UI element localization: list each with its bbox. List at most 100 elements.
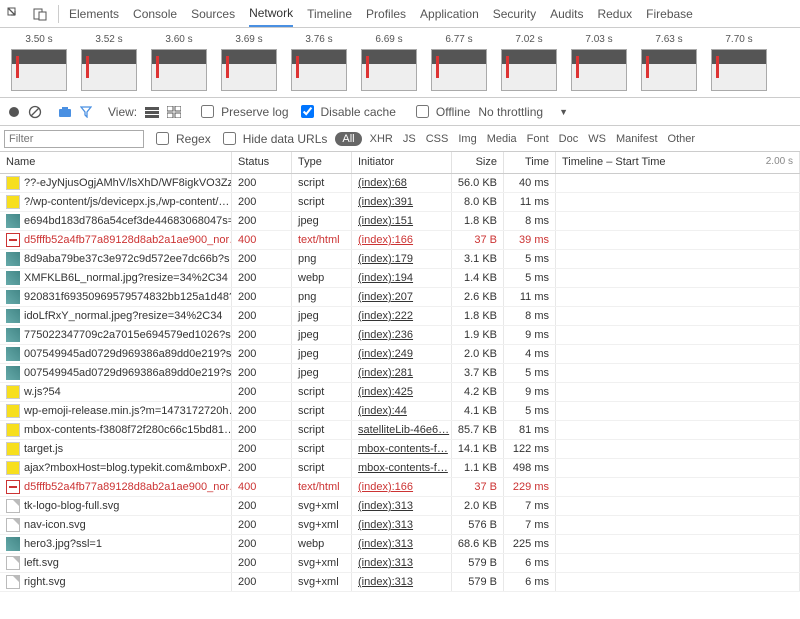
- table-row[interactable]: ??-eJyNjusOgjAMhV/lsXhD/WF8igkVO3Zz…200s…: [0, 174, 800, 193]
- table-row[interactable]: mbox-contents-f3808f72f280c66c15bd81…200…: [0, 421, 800, 440]
- tab-profiles[interactable]: Profiles: [366, 0, 406, 27]
- request-initiator[interactable]: mbox-contents-f…: [358, 462, 448, 474]
- request-initiator[interactable]: (index):68: [358, 177, 407, 189]
- clear-icon[interactable]: [28, 105, 42, 119]
- request-initiator[interactable]: (index):207: [358, 291, 413, 303]
- filmstrip-frame[interactable]: 3.50 s: [10, 34, 68, 91]
- inspect-icon[interactable]: [6, 6, 22, 22]
- request-initiator[interactable]: (index):313: [358, 557, 413, 569]
- table-row[interactable]: target.js200scriptmbox-contents-f…14.1 K…: [0, 440, 800, 459]
- filter-ws[interactable]: WS: [588, 133, 606, 145]
- view-small-icon[interactable]: [167, 106, 181, 118]
- request-initiator[interactable]: (index):222: [358, 310, 413, 322]
- filmstrip-frame[interactable]: 3.69 s: [220, 34, 278, 91]
- col-timeline[interactable]: Timeline – Start Time2.00 s: [556, 152, 800, 173]
- view-large-icon[interactable]: [145, 106, 159, 118]
- request-initiator[interactable]: (index):166: [358, 234, 413, 246]
- preserve-log-checkbox[interactable]: Preserve log: [197, 102, 288, 121]
- device-mode-icon[interactable]: [32, 6, 48, 22]
- tab-sources[interactable]: Sources: [191, 0, 235, 27]
- filmstrip-frame[interactable]: 7.63 s: [640, 34, 698, 91]
- table-row[interactable]: tk-logo-blog-full.svg200svg+xml(index):3…: [0, 497, 800, 516]
- filmstrip-frame[interactable]: 3.52 s: [80, 34, 138, 91]
- table-row[interactable]: 775022347709c2a7015e694579ed1026?s=…200j…: [0, 326, 800, 345]
- hide-data-urls-checkbox[interactable]: Hide data URLs: [219, 129, 328, 148]
- col-name[interactable]: Name: [0, 152, 232, 173]
- request-initiator[interactable]: (index):166: [358, 481, 413, 493]
- request-initiator[interactable]: mbox-contents-f…: [358, 443, 448, 455]
- filter-js[interactable]: JS: [403, 133, 416, 145]
- request-initiator[interactable]: (index):313: [358, 538, 413, 550]
- table-row[interactable]: right.svg200svg+xml(index):313579 B6 ms: [0, 573, 800, 592]
- filter-font[interactable]: Font: [527, 133, 549, 145]
- table-row[interactable]: w.js?54200script(index):4254.2 KB9 ms: [0, 383, 800, 402]
- tab-timeline[interactable]: Timeline: [307, 0, 352, 27]
- filmstrip-frame[interactable]: 6.69 s: [360, 34, 418, 91]
- filter-manifest[interactable]: Manifest: [616, 133, 658, 145]
- capture-screenshot-icon[interactable]: [58, 106, 72, 118]
- table-row[interactable]: ?/wp-content/js/devicepx.js,/wp-content/…: [0, 193, 800, 212]
- request-initiator[interactable]: (index):151: [358, 215, 413, 227]
- request-initiator[interactable]: (index):313: [358, 576, 413, 588]
- table-row[interactable]: 007549945ad0729d969386a89dd0e219?s…200jp…: [0, 345, 800, 364]
- record-icon[interactable]: [8, 106, 20, 118]
- table-row[interactable]: e694bd183d786a54cef3de44683068047s=…200j…: [0, 212, 800, 231]
- filmstrip-frame[interactable]: 3.76 s: [290, 34, 348, 91]
- col-time[interactable]: Time: [504, 152, 556, 173]
- chevron-down-icon[interactable]: ▼: [551, 107, 576, 117]
- regex-checkbox[interactable]: Regex: [152, 129, 211, 148]
- col-status[interactable]: Status: [232, 152, 292, 173]
- filter-media[interactable]: Media: [487, 133, 517, 145]
- request-initiator[interactable]: (index):236: [358, 329, 413, 341]
- request-initiator[interactable]: (index):44: [358, 405, 407, 417]
- filter-doc[interactable]: Doc: [559, 133, 579, 145]
- request-initiator[interactable]: satelliteLib-46e6…: [358, 424, 449, 436]
- table-row[interactable]: 007549945ad0729d969386a89dd0e219?s…200jp…: [0, 364, 800, 383]
- tab-console[interactable]: Console: [133, 0, 177, 27]
- request-initiator[interactable]: (index):249: [358, 348, 413, 360]
- tab-redux[interactable]: Redux: [597, 0, 632, 27]
- filter-icon[interactable]: [80, 106, 92, 118]
- disable-cache-checkbox[interactable]: Disable cache: [297, 102, 396, 121]
- table-row[interactable]: hero3.jpg?ssl=1200webp(index):31368.6 KB…: [0, 535, 800, 554]
- filmstrip-frame[interactable]: 7.70 s: [710, 34, 768, 91]
- col-type[interactable]: Type: [292, 152, 352, 173]
- request-initiator[interactable]: (index):391: [358, 196, 413, 208]
- tab-application[interactable]: Application: [420, 0, 479, 27]
- filmstrip-frame[interactable]: 6.77 s: [430, 34, 488, 91]
- filter-xhr[interactable]: XHR: [370, 133, 393, 145]
- table-row[interactable]: idoLfRxY_normal.jpeg?resize=34%2C34200jp…: [0, 307, 800, 326]
- request-initiator[interactable]: (index):313: [358, 500, 413, 512]
- table-row[interactable]: 8d9aba79be37c3e972c9d572ee7dc66b?s…200pn…: [0, 250, 800, 269]
- filter-all[interactable]: All: [335, 132, 361, 146]
- request-table[interactable]: ??-eJyNjusOgjAMhV/lsXhD/WF8igkVO3Zz…200s…: [0, 174, 800, 619]
- col-size[interactable]: Size: [452, 152, 504, 173]
- filter-css[interactable]: CSS: [426, 133, 449, 145]
- filter-img[interactable]: Img: [458, 133, 476, 145]
- filmstrip-frame[interactable]: 7.02 s: [500, 34, 558, 91]
- table-row[interactable]: d5fffb52a4fb77a89128d8ab2a1ae900_nor…400…: [0, 231, 800, 250]
- tab-elements[interactable]: Elements: [69, 0, 119, 27]
- table-row[interactable]: d5fffb52a4fb77a89128d8ab2a1ae900_nor…400…: [0, 478, 800, 497]
- col-initiator[interactable]: Initiator: [352, 152, 452, 173]
- filmstrip-frame[interactable]: 3.60 s: [150, 34, 208, 91]
- tab-audits[interactable]: Audits: [550, 0, 583, 27]
- request-initiator[interactable]: (index):179: [358, 253, 413, 265]
- tab-firebase[interactable]: Firebase: [646, 0, 693, 27]
- table-row[interactable]: XMFKLB6L_normal.jpg?resize=34%2C34200web…: [0, 269, 800, 288]
- offline-checkbox[interactable]: Offline: [412, 102, 470, 121]
- filter-input[interactable]: [4, 130, 144, 148]
- request-initiator[interactable]: (index):425: [358, 386, 413, 398]
- table-row[interactable]: 920831f69350969579574832bb125a1d48?s=…20…: [0, 288, 800, 307]
- tab-security[interactable]: Security: [493, 0, 536, 27]
- tab-network[interactable]: Network: [249, 0, 293, 27]
- table-row[interactable]: wp-emoji-release.min.js?m=1473172720h…20…: [0, 402, 800, 421]
- filter-other[interactable]: Other: [668, 133, 696, 145]
- table-row[interactable]: nav-icon.svg200svg+xml(index):313576 B7 …: [0, 516, 800, 535]
- throttling-select[interactable]: No throttling: [478, 105, 543, 119]
- request-initiator[interactable]: (index):194: [358, 272, 413, 284]
- table-row[interactable]: left.svg200svg+xml(index):313579 B6 ms: [0, 554, 800, 573]
- request-initiator[interactable]: (index):281: [358, 367, 413, 379]
- request-initiator[interactable]: (index):313: [358, 519, 413, 531]
- table-row[interactable]: ajax?mboxHost=blog.typekit.com&mboxP…200…: [0, 459, 800, 478]
